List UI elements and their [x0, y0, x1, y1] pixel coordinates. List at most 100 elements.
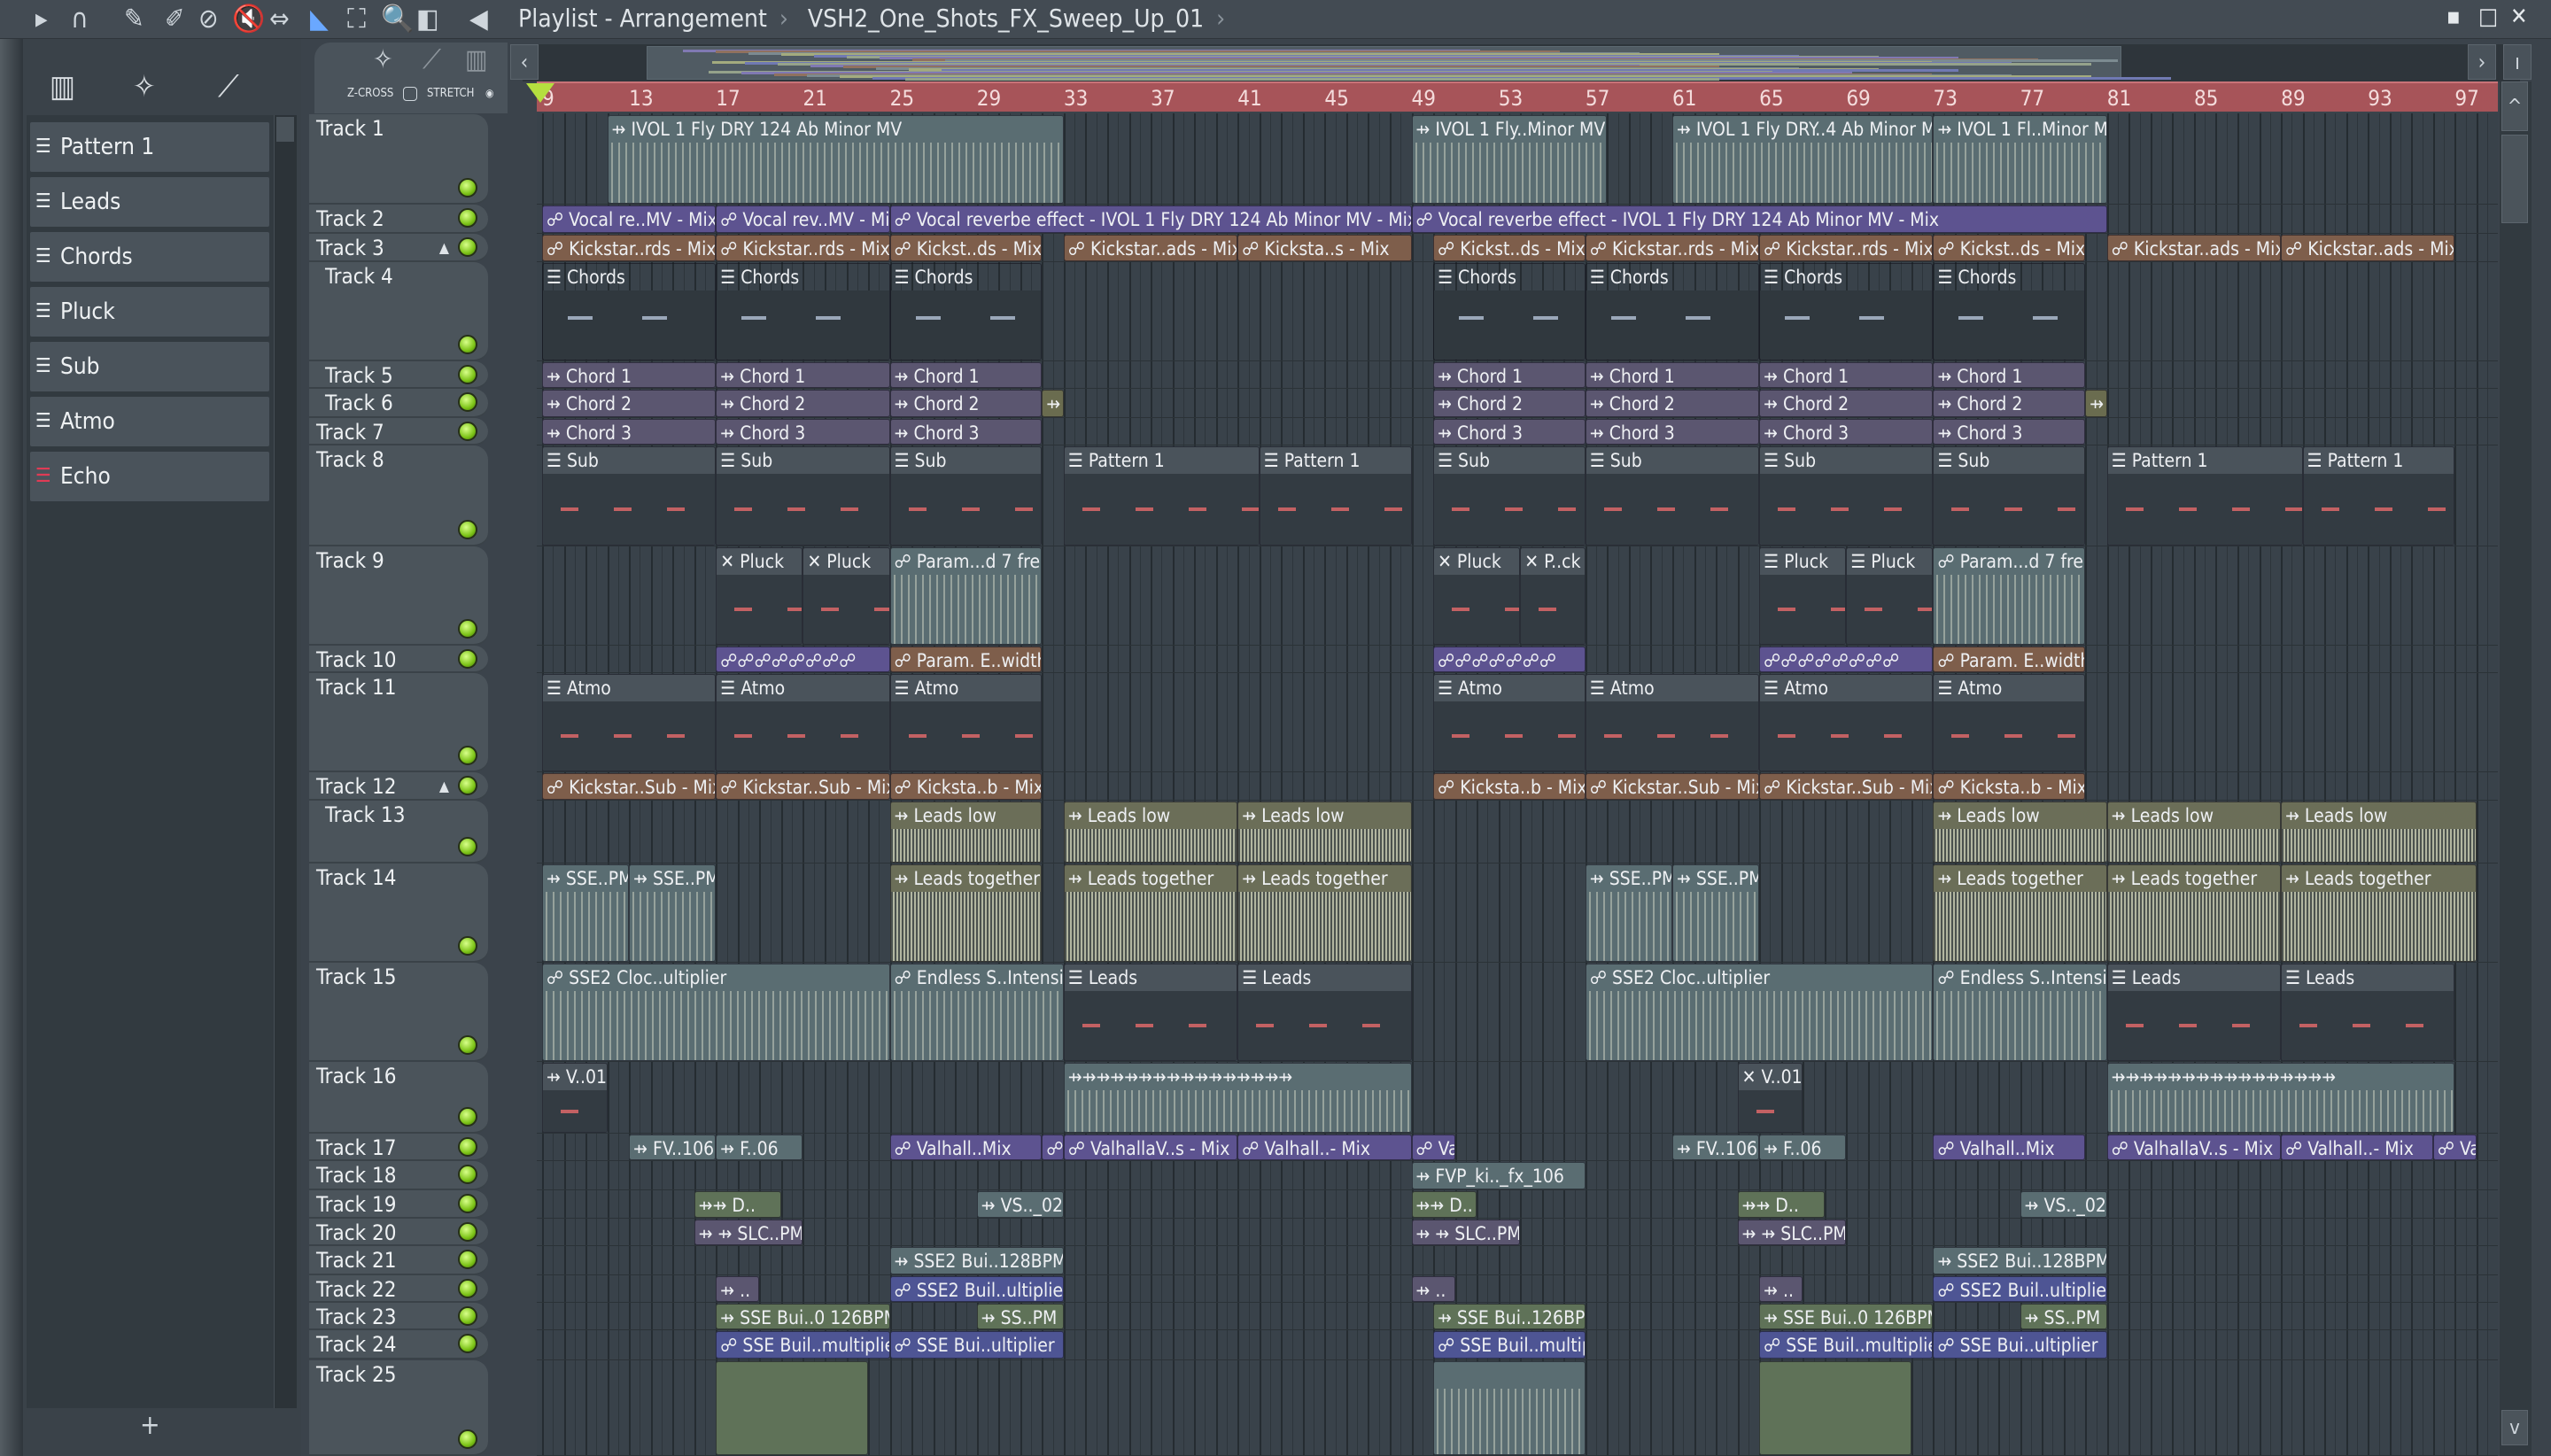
- playlist-clip[interactable]: [716, 1360, 869, 1455]
- playlist-clip[interactable]: ☍☍☍☍☍☍☍☍: [1759, 647, 1934, 673]
- playlist-clip[interactable]: ⇸⇸ D..: [1411, 1191, 1477, 1218]
- vertical-scrollbar[interactable]: ^ v: [2500, 81, 2532, 1456]
- track-name[interactable]: Track 14: [316, 865, 396, 890]
- playlist-clip[interactable]: ☍ SSE2 Buil..ultiplier: [889, 1276, 1064, 1303]
- track-header[interactable]: Track 17: [309, 1134, 488, 1162]
- playlist-clip[interactable]: ☍ Kickstar..ads - Mix: [2106, 235, 2282, 261]
- playlist-clip[interactable]: ⇸: [2085, 389, 2107, 418]
- track-enable-led-icon[interactable]: [458, 1165, 477, 1185]
- zoom-handle-button[interactable]: ı: [2503, 44, 2532, 80]
- playlist-clip[interactable]: ⇸ VS.._02: [976, 1191, 1064, 1218]
- track-name[interactable]: Track 2: [316, 206, 384, 231]
- pattern-item[interactable]: ☰ Chords: [30, 232, 269, 282]
- playlist-clip[interactable]: ☰ Leads: [2106, 964, 2282, 1062]
- playlist-clip[interactable]: ☍ Kickstar..Sub - Mix: [1585, 773, 1760, 800]
- track-enable-led-icon[interactable]: [458, 936, 477, 956]
- audio-tab-icon[interactable]: ✧: [133, 69, 156, 105]
- track-name[interactable]: Track 17: [316, 1135, 396, 1160]
- track-name[interactable]: Track 1: [316, 116, 384, 141]
- track-enable-led-icon[interactable]: [458, 1429, 477, 1449]
- track-enable-led-icon[interactable]: [458, 837, 477, 857]
- playlist-clip[interactable]: ⇸ Chord 1: [1433, 361, 1586, 388]
- playlist-clip[interactable]: ⇸ FV..106: [1672, 1135, 1760, 1161]
- playlist-clip[interactable]: ☍ SSE Bui..ultiplier: [889, 1331, 1064, 1359]
- playlist-clip[interactable]: ☍ SSE Bui..ultiplier: [1933, 1331, 2107, 1359]
- playlist-clip[interactable]: ⇸ F..06: [1759, 1135, 1847, 1161]
- playlist-clip[interactable]: ☰ Sub: [1933, 446, 2086, 546]
- track-header[interactable]: Track 12 ▲: [309, 772, 488, 801]
- playlist-clip[interactable]: ☰ Pattern 1: [1063, 446, 1260, 546]
- playlist-clip[interactable]: ⇸ Chord 2: [1933, 389, 2086, 418]
- track-enable-led-icon[interactable]: [458, 649, 477, 670]
- playlist-clip[interactable]: ☍ Param. E..width: [889, 647, 1043, 673]
- playlist-clip[interactable]: ⇸ Leads low: [2106, 801, 2282, 864]
- magnet-snap-icon[interactable]: ∩: [71, 4, 89, 35]
- playlist-clip[interactable]: ☍ Kicksta..b - Mix: [1433, 773, 1586, 800]
- play-arrow-icon[interactable]: ▸: [35, 4, 48, 35]
- playlist-clip[interactable]: ⇸ SS..PM: [2020, 1304, 2107, 1330]
- playlist-clip[interactable]: ⇸ ..: [1759, 1276, 1803, 1303]
- speaker-icon[interactable]: ◀: [469, 4, 488, 35]
- playlist-clip[interactable]: [1433, 1360, 1586, 1455]
- playlist-clip[interactable]: ⇸⇸ D..: [1737, 1191, 1825, 1218]
- playlist-clip[interactable]: ☍ Vocal reverbe effect - IVOL 1 Fly DRY …: [1411, 205, 2107, 234]
- playlist-clip[interactable]: ☍ Kickstar..rds - Mix: [1585, 235, 1760, 261]
- playlist-clip[interactable]: ☍ Val..: [2432, 1135, 2477, 1161]
- playlist-clip[interactable]: ⇸ IVOL 1 Fly..Minor MV: [1411, 114, 1608, 205]
- playlist-clip[interactable]: ✕ Pluck: [1433, 547, 1521, 646]
- playlist-clip[interactable]: ☍ SSE2 Cloc..ultiplier: [542, 964, 890, 1062]
- pattern-item[interactable]: ☰ Atmo: [30, 397, 269, 446]
- pattern-item[interactable]: ☰ Echo: [30, 452, 269, 501]
- playlist-clip[interactable]: ⇸ Chord 3: [1433, 419, 1586, 445]
- playlist-clip[interactable]: ⇸ ..: [716, 1276, 760, 1303]
- playlist-clip[interactable]: ⇸ SSE..PM: [1585, 864, 1672, 963]
- playlist-clip[interactable]: ☰ Chords: [716, 262, 890, 360]
- track-header[interactable]: Track 22: [309, 1275, 488, 1304]
- playlist-clip[interactable]: ☍ Valhall..- Mix: [2281, 1135, 2433, 1161]
- track-header[interactable]: Track 14: [309, 864, 488, 964]
- track-enable-led-icon[interactable]: [458, 237, 477, 258]
- playlist-clip[interactable]: ☰ Atmo: [1759, 674, 1934, 772]
- playlist-clip[interactable]: ⇸ Chord 2: [1433, 389, 1586, 418]
- playlist-grid[interactable]: ⇸ IVOL 1 Fly DRY 124 Ab Minor MV ⇸ IVOL 1…: [537, 113, 2498, 1456]
- playlist-clip[interactable]: ☍ Kickst..ds - Mix: [889, 235, 1043, 261]
- playlist-clip[interactable]: ☍ SSE2 Cloc..ultiplier: [1585, 964, 1934, 1062]
- playlist-clip[interactable]: ✕ P..ck: [1520, 547, 1586, 646]
- playlist-clip[interactable]: ⇸ FV..106: [629, 1135, 717, 1161]
- playlist-clip[interactable]: ☍ ValhallaV..s - Mix: [2106, 1135, 2282, 1161]
- playlist-clip[interactable]: ☍☍☍☍☍☍☍☍: [716, 647, 890, 673]
- select-icon[interactable]: ⛶: [347, 4, 366, 35]
- playlist-clip[interactable]: ⇸ IVOL 1 Fly DRY 124 Ab Minor MV: [607, 114, 1064, 205]
- track-enable-led-icon[interactable]: [458, 520, 477, 540]
- track-enable-led-icon[interactable]: [458, 1334, 477, 1354]
- playlist-clip[interactable]: [1759, 1360, 1911, 1455]
- maximize-button[interactable]: □: [2478, 4, 2498, 30]
- playlist-clip[interactable]: ☍ Kickstar..rds - Mix: [1759, 235, 1934, 261]
- playlist-clip[interactable]: ⇸⇸⇸⇸⇸⇸⇸⇸⇸⇸⇸⇸⇸⇸⇸⇸: [1063, 1063, 1412, 1134]
- playlist-clip[interactable]: ☍ Param...d 7 freq: [1933, 547, 2086, 646]
- track-header[interactable]: Track 11: [309, 673, 488, 773]
- breadcrumb-clip[interactable]: VSH2_One_Shots_FX_Sweep_Up_01: [808, 4, 1204, 33]
- track-header[interactable]: Track 2: [309, 205, 488, 235]
- scroll-thumb[interactable]: [2501, 135, 2528, 223]
- playlist-clip[interactable]: ☰ Sub: [1585, 446, 1760, 546]
- playlist-clip[interactable]: ⇸ SSE..PM: [1672, 864, 1760, 963]
- piano-roll-tab-icon[interactable]: ▥: [50, 69, 75, 105]
- paint-brush-icon[interactable]: ✐: [165, 4, 185, 35]
- track-name[interactable]: Track 5: [325, 363, 393, 388]
- playlist-clip[interactable]: ☍ Valhall..- Mix: [1237, 1135, 1412, 1161]
- scroll-right-button[interactable]: ›: [2468, 44, 2496, 80]
- playlist-clip[interactable]: ⇸: [1042, 389, 1064, 418]
- playlist-clip[interactable]: ☍ Val..: [1411, 1135, 1455, 1161]
- track-header[interactable]: Track 13: [309, 800, 488, 864]
- piano-icon[interactable]: ▥: [465, 44, 488, 75]
- playlist-clip[interactable]: ☍ Kickstar..ads - Mix: [2281, 235, 2455, 261]
- zoom-icon[interactable]: 🔍: [381, 4, 414, 35]
- track-header[interactable]: Track 4: [309, 261, 488, 361]
- playlist-clip[interactable]: ⇸ Chord 2: [542, 389, 717, 418]
- scroll-left-button[interactable]: ‹: [510, 44, 539, 80]
- playlist-clip[interactable]: ☍ Kickst..ds - Mix: [1933, 235, 2086, 261]
- add-pattern-button[interactable]: +: [140, 1410, 160, 1441]
- playlist-clip[interactable]: ☰ Chords: [1933, 262, 2086, 360]
- track-name[interactable]: Track 3: [316, 236, 384, 260]
